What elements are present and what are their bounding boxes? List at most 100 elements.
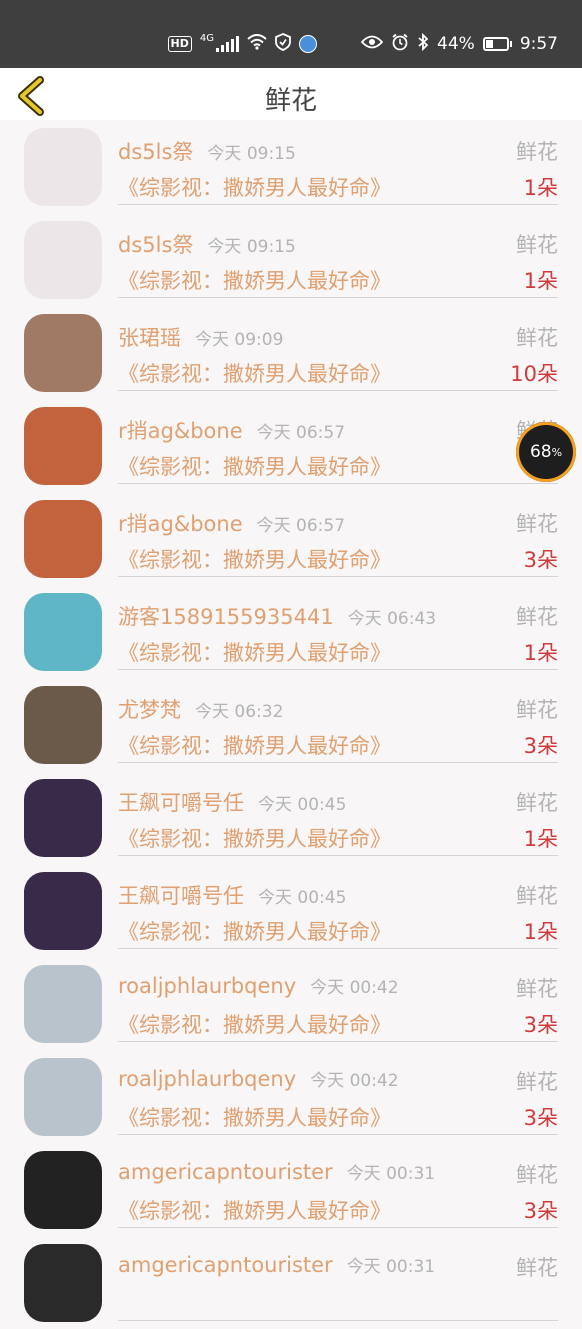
hd-badge: HD xyxy=(167,36,192,52)
sender-name: roaljphlaurbqeny 今天 00:42 xyxy=(118,973,399,998)
list-item[interactable]: amgericapntourister 今天 00:31 鲜花 《综影视：撒娇男人… xyxy=(0,1143,582,1236)
book-title[interactable]: 《综影视：撒娇男人最好命》 xyxy=(118,637,391,667)
timestamp: 今天 09:09 xyxy=(195,330,284,350)
sender-name-text: r捎ag&bone xyxy=(118,512,243,536)
sender-name: amgericapntourister 今天 00:31 xyxy=(118,1159,435,1184)
sender-name: 王飙可嚼号任 今天 00:45 xyxy=(118,880,346,910)
battery-percent: 44% xyxy=(437,34,475,54)
timestamp: 今天 06:57 xyxy=(256,516,346,536)
overlay-unit: % xyxy=(551,445,563,459)
gift-type: 鲜花 xyxy=(516,698,558,722)
sender-name: r捎ag&bone 今天 06:57 xyxy=(118,508,345,538)
timestamp: 今天 00:31 xyxy=(346,1164,436,1184)
eye-icon xyxy=(360,34,384,54)
divider xyxy=(118,1041,558,1042)
list-item[interactable]: 张珺瑶 今天 09:09 鲜花 《综影视：撒娇男人最好命》 10朵 xyxy=(0,306,582,399)
book-title[interactable]: 《综影视：撒娇男人最好命》 xyxy=(118,1195,391,1225)
gift-type: 鲜花 xyxy=(516,326,558,350)
avatar[interactable] xyxy=(24,593,102,671)
sender-name-text: r捎ag&bone xyxy=(118,419,243,443)
gift-count: 1朵 xyxy=(523,641,558,665)
browser-app-icon xyxy=(299,35,318,53)
sender-name-text: 王飙可嚼号任 xyxy=(118,791,244,815)
avatar[interactable] xyxy=(24,965,102,1043)
sender-name-text: 张珺瑶 xyxy=(118,326,181,350)
gift-type: 鲜花 xyxy=(516,605,558,629)
avatar[interactable] xyxy=(24,221,102,299)
overlay-percent: 68 xyxy=(529,442,552,462)
list-item[interactable]: 王飙可嚼号任 今天 00:45 鲜花 《综影视：撒娇男人最好命》 1朵 xyxy=(0,771,582,864)
gift-type: 鲜花 xyxy=(516,512,558,536)
gift-type: 鲜花 xyxy=(516,977,558,1001)
gift-count: 1朵 xyxy=(523,827,558,851)
list-item[interactable]: 王飙可嚼号任 今天 00:45 鲜花 《综影视：撒娇男人最好命》 1朵 xyxy=(0,864,582,957)
book-title[interactable]: 《综影视：撒娇男人最好命》 xyxy=(118,358,391,388)
clock: 9:57 xyxy=(519,34,558,54)
sender-name-text: amgericapntourister xyxy=(118,1253,333,1277)
divider xyxy=(118,390,558,391)
avatar[interactable] xyxy=(24,1058,102,1136)
avatar[interactable] xyxy=(24,1151,102,1229)
sender-name-text: amgericapntourister xyxy=(118,1160,333,1184)
list-item[interactable]: r捎ag&bone今天 06:57 鲜花 《综影视：撒娇男人最好命》 xyxy=(0,399,582,492)
network-type: 4G xyxy=(199,32,215,44)
book-title[interactable]: 《综影视：撒娇男人最好命》 xyxy=(118,1009,391,1039)
timestamp: 今天 00:42 xyxy=(310,978,399,998)
sender-name: ds5ls祭 今天 09:15 xyxy=(118,136,296,166)
book-title[interactable]: 《综影视：撒娇男人最好命》 xyxy=(118,172,391,202)
book-title[interactable]: 《综影视：撒娇男人最好命》 xyxy=(118,1102,391,1132)
divider xyxy=(118,576,558,577)
sender-name: 尤梦梵 今天 06:32 xyxy=(118,694,283,724)
book-title[interactable]: 《综影视：撒娇男人最好命》 xyxy=(118,730,391,760)
avatar[interactable] xyxy=(24,872,102,950)
divider xyxy=(118,948,558,949)
gift-type: 鲜花 xyxy=(516,1256,558,1280)
sender-name: roaljphlaurbqeny 今天 00:42 xyxy=(118,1066,399,1091)
divider xyxy=(118,1320,558,1321)
list-item[interactable]: ds5ls祭 今天 09:15 鲜花 《综影视：撒娇男人最好命》 1朵 xyxy=(0,213,582,306)
speed-overlay-badge[interactable]: 68% xyxy=(516,422,576,482)
book-title[interactable]: 《综影视：撒娇男人最好命》 xyxy=(118,916,391,946)
sender-name: 游客1589155935441 今天 06:43 xyxy=(118,601,436,631)
gift-type: 鲜花 xyxy=(516,1163,558,1187)
shield-icon xyxy=(275,32,291,56)
status-bar: HD 4G 44% 9:57 xyxy=(0,0,582,68)
gift-count: 1朵 xyxy=(523,269,558,293)
gift-count: 10朵 xyxy=(510,362,558,386)
divider xyxy=(118,855,558,856)
wifi-icon xyxy=(247,33,267,55)
gift-type: 鲜花 xyxy=(516,884,558,908)
sender-name-text: 尤梦梵 xyxy=(118,698,181,722)
gift-type: 鲜花 xyxy=(516,791,558,815)
status-icons: HD 4G 44% 9:57 xyxy=(167,30,558,58)
list-item[interactable]: amgericapntourister 今天 00:31 鲜花 xyxy=(0,1236,582,1329)
list-item[interactable]: r捎ag&bone 今天 06:57 鲜花 《综影视：撒娇男人最好命》 3朵 xyxy=(0,492,582,585)
sender-name-text: 游客1589155935441 xyxy=(118,605,334,629)
book-title[interactable]: 《综影视：撒娇男人最好命》 xyxy=(118,823,391,853)
avatar[interactable] xyxy=(24,128,102,206)
timestamp: 今天 06:57 xyxy=(256,423,346,443)
list-item[interactable]: ds5ls祭 今天 09:15 鲜花 《综影视：撒娇男人最好命》 1朵 xyxy=(0,120,582,213)
list-item[interactable]: roaljphlaurbqeny 今天 00:42 鲜花 《综影视：撒娇男人最好命… xyxy=(0,957,582,1050)
avatar[interactable] xyxy=(24,1244,102,1322)
divider xyxy=(118,669,558,670)
list-item[interactable]: roaljphlaurbqeny 今天 00:42 鲜花 《综影视：撒娇男人最好命… xyxy=(0,1050,582,1143)
book-title[interactable]: 《综影视：撒娇男人最好命》 xyxy=(118,451,391,481)
divider xyxy=(118,762,558,763)
gift-count: 3朵 xyxy=(523,548,558,572)
avatar[interactable] xyxy=(24,314,102,392)
gift-type: 鲜花 xyxy=(516,140,558,164)
book-title[interactable]: 《综影视：撒娇男人最好命》 xyxy=(118,544,391,574)
divider xyxy=(118,1134,558,1135)
sender-name-text: ds5ls祭 xyxy=(118,233,194,257)
avatar[interactable] xyxy=(24,686,102,764)
avatar[interactable] xyxy=(24,779,102,857)
gift-list[interactable]: ds5ls祭 今天 09:15 鲜花 《综影视：撒娇男人最好命》 1朵 ds5ls… xyxy=(0,120,582,1329)
list-item[interactable]: 尤梦梵 今天 06:32 鲜花 《综影视：撒娇男人最好命》 3朵 xyxy=(0,678,582,771)
timestamp: 今天 06:32 xyxy=(195,702,284,722)
avatar[interactable] xyxy=(24,500,102,578)
list-item[interactable]: 游客1589155935441 今天 06:43 鲜花 《综影视：撒娇男人最好命》… xyxy=(0,585,582,678)
timestamp: 今天 09:15 xyxy=(207,237,296,257)
avatar[interactable] xyxy=(24,407,102,485)
book-title[interactable]: 《综影视：撒娇男人最好命》 xyxy=(118,265,391,295)
